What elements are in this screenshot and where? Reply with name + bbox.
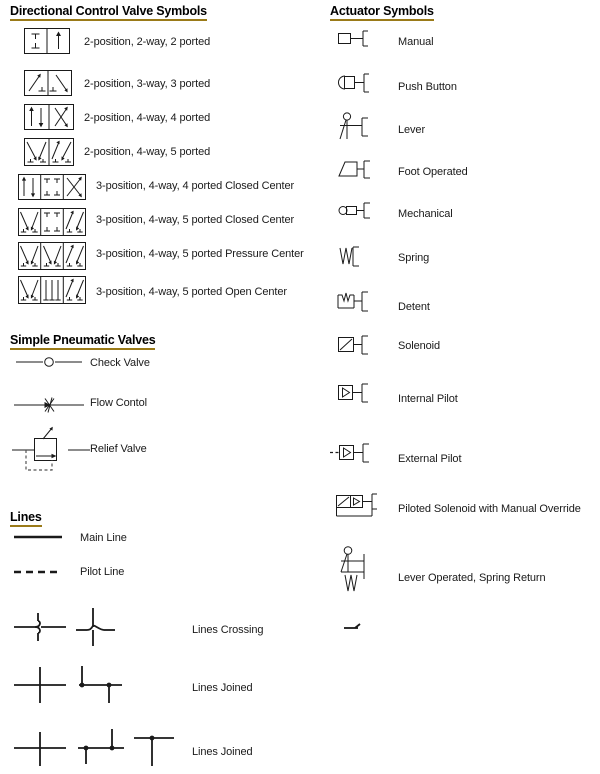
symbol-label-actuator-foot-operated: Foot Operated [398,166,468,178]
symbol-row-lines-joined-b [14,726,174,770]
symbol-label-valve-2pos-3way-3port: 2-position, 3-way, 3 ported [84,78,211,90]
actuator-detent-icon [336,290,372,314]
symbol-row-actuator-foot-operated [336,158,372,184]
symbol-label-valve-3pos-4way-5port-closed-center: 3-position, 4-way, 5 ported Closed Cente… [96,214,295,226]
symbol-row-lines-joined-a [14,666,129,704]
actuator-lever-spring-return-icon [336,546,376,594]
symbol-label-check-valve: Check Valve [90,357,150,369]
valve-2pos-4way-5port-icon [24,138,74,166]
symbol-row-valve-3pos-4way-5port-closed-center [18,208,86,236]
symbol-label-valve-2pos-4way-4port: 2-position, 4-way, 4 ported [84,112,211,124]
symbol-row-actuator-manual [338,30,370,52]
main-line-icon [14,533,62,541]
symbol-label-lines-joined-b: Lines Joined [192,746,253,758]
symbol-label-lines-crossing: Lines Crossing [192,624,264,636]
symbol-label-actuator-internal-pilot: Internal Pilot [398,393,458,405]
symbol-row-actuator-solenoid [338,334,372,358]
symbol-label-valve-2pos-2way-2port: 2-position, 2-way, 2 ported [84,36,211,48]
symbol-row-actuator-mechanical [338,202,372,224]
symbol-row-actuator-lever-spring-return [336,546,376,594]
symbol-row-actuator-lever [336,112,372,142]
symbol-row-actuator-internal-pilot [338,382,372,406]
actuator-lever-icon [336,112,372,142]
symbol-label-lines-joined-a: Lines Joined [192,682,253,694]
symbol-row-valve-2pos-4way-4port [24,104,74,130]
symbol-row-flow-control-valve [14,396,84,414]
symbol-row-main-line [14,533,62,541]
pilot-line-icon [14,568,62,576]
symbol-row-relief-valve [12,426,90,474]
symbol-label-pilot-line: Pilot Line [80,566,125,578]
symbol-label-valve-3pos-4way-5port-pressure-center: 3-position, 4-way, 5 ported Pressure Cen… [96,248,304,260]
symbol-row-actuator-unlabeled-mark [344,622,366,632]
symbol-label-flow-control-valve: Flow Contol [90,397,147,409]
symbol-row-valve-3pos-4way-5port-pressure-center [18,242,86,270]
symbol-row-pilot-line [14,568,62,576]
symbol-row-actuator-detent [336,290,372,314]
actuator-push-button-icon [335,72,371,98]
symbol-label-actuator-solenoid: Solenoid [398,340,441,352]
symbol-row-check-valve [16,356,82,368]
actuator-manual-icon [338,30,370,52]
section-heading-lines: Lines [10,510,42,527]
symbol-label-actuator-piloted-solenoid-manual-override: Piloted Solenoid with Manual Override [398,503,581,515]
relief-valve-icon [12,426,90,474]
symbol-label-valve-2pos-4way-5port: 2-position, 4-way, 5 ported [84,146,211,158]
symbol-label-relief-valve: Relief Valve [90,443,147,455]
symbol-label-actuator-detent: Detent [398,301,430,313]
symbol-label-actuator-mechanical: Mechanical [398,208,453,220]
symbol-label-valve-3pos-4way-4port-closed-center: 3-position, 4-way, 4 ported Closed Cente… [96,180,295,192]
check-valve-icon [16,356,82,368]
symbol-row-actuator-spring [338,246,370,270]
valve-3pos-4way-4port-closed-center-icon [18,174,86,200]
lines-crossing-icon [14,608,124,646]
symbol-row-valve-2pos-3way-3port [24,70,72,96]
symbol-row-valve-3pos-4way-5port-open-center [18,276,86,304]
symbol-label-actuator-external-pilot: External Pilot [398,453,462,465]
symbols-reference-sheet: Directional Control Valve Symbols 2-posi… [0,0,600,774]
symbol-label-actuator-manual: Manual [398,36,434,48]
valve-2pos-4way-4port-icon [24,104,74,130]
symbol-row-valve-3pos-4way-4port-closed-center [18,174,86,200]
actuator-unlabeled-mark-icon [344,622,366,632]
symbol-row-actuator-push-button [335,72,371,98]
valve-2pos-3way-3port-icon [24,70,72,96]
valve-3pos-4way-5port-pressure-center-icon [18,242,86,270]
symbol-label-actuator-lever: Lever [398,124,426,136]
actuator-external-pilot-icon [330,442,374,466]
valve-3pos-4way-5port-open-center-icon [18,276,86,304]
symbol-label-valve-3pos-4way-5port-open-center: 3-position, 4-way, 5 ported Open Center [96,286,287,298]
section-heading-actuator-symbols: Actuator Symbols [330,4,434,21]
symbol-label-main-line: Main Line [80,532,127,544]
symbol-row-lines-crossing [14,608,124,646]
actuator-internal-pilot-icon [338,382,372,406]
section-heading-directional-control-valve-symbols: Directional Control Valve Symbols [10,4,207,21]
section-heading-simple-pneumatic-valves: Simple Pneumatic Valves [10,333,156,350]
actuator-mechanical-icon [338,202,372,224]
actuator-foot-operated-icon [336,158,372,184]
symbol-row-valve-2pos-2way-2port [24,28,70,54]
symbol-row-actuator-piloted-solenoid-manual-override [336,492,380,522]
lines-joined-b-icon [14,726,174,770]
actuator-spring-icon [338,246,370,270]
valve-3pos-4way-5port-closed-center-icon [18,208,86,236]
symbol-label-actuator-push-button: Push Button [398,81,457,93]
actuator-piloted-solenoid-manual-override-icon [336,492,380,522]
symbol-row-actuator-external-pilot [330,442,374,466]
symbol-label-actuator-lever-spring-return: Lever Operated, Spring Return [398,572,546,584]
symbol-label-actuator-spring: Spring [398,252,430,264]
valve-2pos-2way-2port-icon [24,28,70,54]
symbol-row-valve-2pos-4way-5port [24,138,74,166]
actuator-solenoid-icon [338,334,372,358]
flow-control-valve-icon [14,396,84,414]
lines-joined-a-icon [14,666,129,704]
